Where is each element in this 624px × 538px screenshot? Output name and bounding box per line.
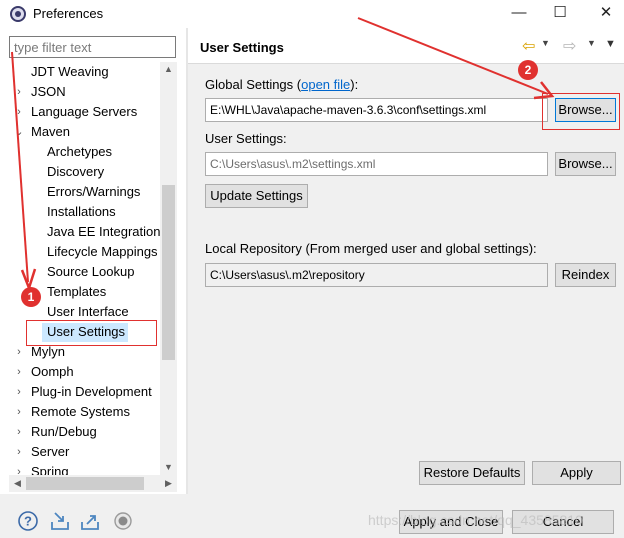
scroll-left-icon[interactable]: ◀ [9, 478, 26, 489]
import-icon[interactable] [49, 510, 71, 532]
svg-text:?: ? [24, 514, 32, 529]
scroll-up-icon[interactable]: ▲ [160, 64, 177, 74]
dropdown-icon[interactable]: ▼ [541, 38, 550, 48]
global-settings-label: Global Settings (open file): [205, 77, 359, 92]
tree-item[interactable]: Lifecycle Mappings [47, 242, 158, 262]
back-arrow-icon[interactable]: ⇦ [522, 36, 535, 56]
tree-item[interactable]: Maven [31, 122, 70, 142]
title-bar: Preferences — ☐ ✕ [0, 0, 624, 28]
record-icon[interactable] [112, 510, 134, 532]
scroll-right-icon[interactable]: ▶ [160, 478, 177, 489]
tree-item[interactable]: Plug-in Development [31, 382, 152, 402]
user-settings-label: User Settings: [205, 131, 287, 146]
annotation-badge-1: 1 [21, 287, 41, 307]
tree-item[interactable]: Server [31, 442, 69, 462]
watermark: https://blog.csdn.net/qq_43585810 [368, 512, 583, 528]
chevron-right-icon[interactable]: › [14, 426, 24, 438]
tree-hscroll-thumb[interactable] [26, 477, 144, 490]
user-settings-field[interactable]: C:\Users\asus\.m2\settings.xml [205, 152, 548, 176]
maximize-button[interactable]: ☐ [546, 2, 574, 24]
view-menu-icon[interactable]: ▼ [605, 38, 616, 50]
filter-input[interactable] [9, 36, 176, 58]
close-button[interactable]: ✕ [592, 2, 620, 24]
apply-button[interactable]: Apply [532, 461, 621, 485]
browse-user-button[interactable]: Browse... [555, 152, 616, 176]
tree-item[interactable]: JDT Weaving [31, 62, 109, 82]
tree-item[interactable]: JSON [31, 82, 66, 102]
chevron-right-icon[interactable]: › [14, 106, 24, 118]
tree-item[interactable]: Discovery [47, 162, 104, 182]
tree-item[interactable]: Archetypes [47, 142, 112, 162]
local-repository-label: Local Repository (From merged user and g… [205, 241, 537, 256]
tree-item[interactable]: Oomph [31, 362, 74, 382]
tree-item[interactable]: Language Servers [31, 102, 137, 122]
local-repository-field: C:\Users\asus\.m2\repository [205, 263, 548, 287]
annotation-box-1 [26, 320, 157, 346]
page-title: User Settings [200, 40, 284, 55]
tree-vscroll-thumb[interactable] [162, 185, 175, 360]
app-icon [10, 6, 26, 22]
tree-item[interactable]: User Interface [47, 302, 129, 322]
tree-item[interactable]: Run/Debug [31, 422, 97, 442]
scroll-down-icon[interactable]: ▼ [160, 462, 177, 472]
tree-item[interactable]: Remote Systems [31, 402, 130, 422]
global-settings-field[interactable]: E:\WHL\Java\apache-maven-3.6.3\conf\sett… [205, 98, 548, 122]
chevron-right-icon[interactable]: › [14, 446, 24, 458]
open-file-link[interactable]: open file [301, 77, 350, 92]
tree-item[interactable]: Java EE Integration [47, 222, 160, 242]
reindex-button[interactable]: Reindex [555, 263, 616, 287]
update-settings-button[interactable]: Update Settings [205, 184, 308, 208]
export-icon[interactable] [79, 510, 101, 532]
tree-item[interactable]: Installations [47, 202, 116, 222]
annotation-badge-2: 2 [518, 60, 538, 80]
tree-item[interactable]: Source Lookup [47, 262, 134, 282]
chevron-right-icon[interactable]: › [14, 366, 24, 378]
window-title: Preferences [33, 6, 104, 21]
forward-arrow-icon[interactable]: ⇨ [563, 36, 576, 56]
restore-defaults-button[interactable]: Restore Defaults [419, 461, 525, 485]
tree-item[interactable]: Spring [31, 462, 69, 476]
chevron-right-icon[interactable]: › [14, 86, 24, 98]
chevron-right-icon[interactable]: › [14, 386, 24, 398]
chevron-down-icon[interactable]: ⌄ [14, 126, 24, 138]
annotation-box-2 [542, 93, 620, 130]
preference-tree: JDT Weaving › JSON › Language Servers ⌄ Maven A… [0, 62, 160, 476]
dropdown-icon[interactable]: ▼ [587, 38, 596, 48]
tree-item[interactable]: Errors/Warnings [47, 182, 140, 202]
minimize-button[interactable]: — [505, 2, 533, 24]
tree-item[interactable]: Templates [47, 282, 106, 302]
chevron-right-icon[interactable]: › [14, 406, 24, 418]
help-icon[interactable]: ? [17, 510, 39, 532]
chevron-right-icon[interactable]: › [14, 346, 24, 358]
